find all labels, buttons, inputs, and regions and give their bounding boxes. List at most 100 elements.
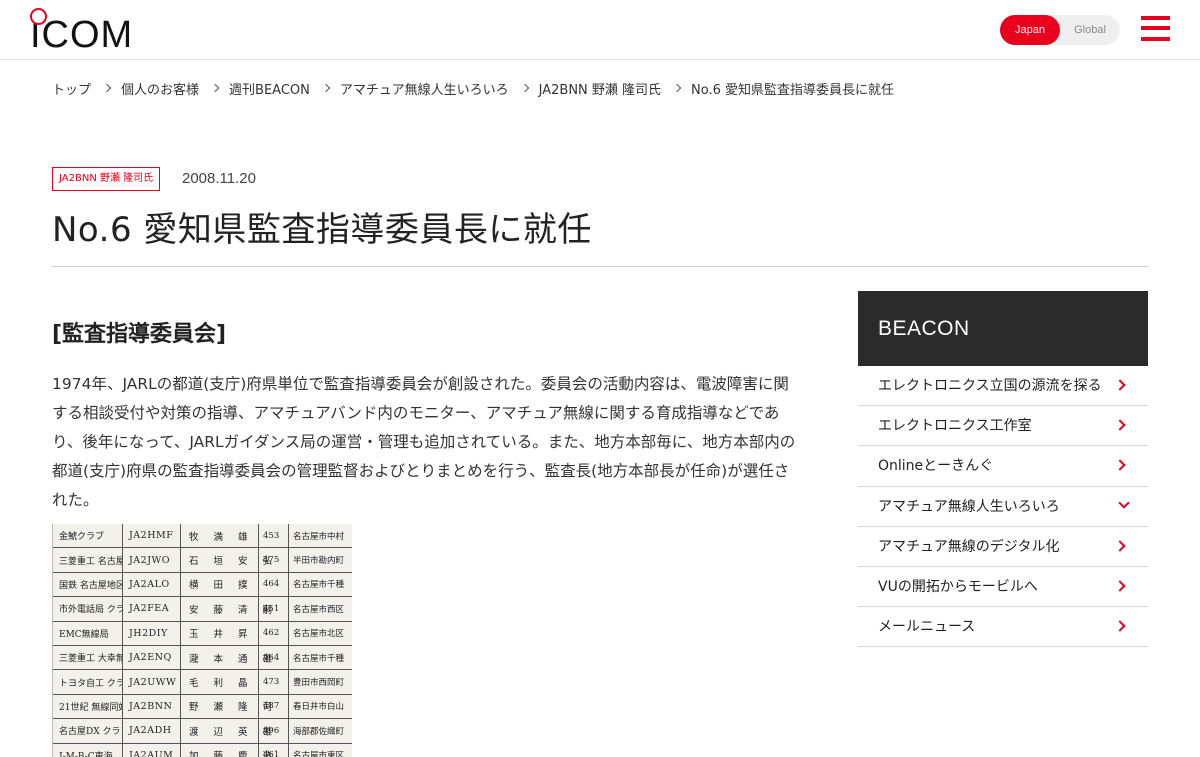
sidebar-item-label: VUの開拓からモービルへ	[878, 578, 1038, 595]
photo-cell-callsign: JA2FEA	[123, 597, 181, 621]
photo-cell-number: 461	[259, 743, 289, 757]
site-header: ICOM Japan Global	[0, 0, 1200, 60]
chevron-right-icon	[1114, 459, 1126, 472]
chevron-right-icon	[1114, 580, 1126, 592]
photo-cell-callsign: JA2ADH	[123, 719, 181, 743]
photo-cell-address: 名古屋市千種	[293, 580, 345, 591]
photo-cell-club: 国鉄 名古屋地区	[53, 572, 123, 597]
breadcrumb-author[interactable]: JA2BNN 野瀬 隆司氏	[539, 79, 661, 98]
chevron-right-icon	[321, 83, 331, 93]
sidebar-item-label: アマチュア無線人生いろいろ	[878, 498, 1060, 515]
photo-cell-name: 渡 辺 英 雄	[181, 719, 272, 743]
photo-cell-club: 三菱重工 名古屋大江クラブ	[53, 548, 123, 572]
breadcrumb-beacon[interactable]: 週刊BEACON	[229, 79, 310, 98]
photo-table-row: 21世紀 無線同好会JA2BNN野 瀬 隆 司487 春日井市白山	[53, 694, 352, 720]
photo-cell-club: 市外電話局 クラブ	[53, 597, 123, 621]
chevron-right-icon	[672, 83, 682, 93]
chevron-right-icon	[1114, 379, 1126, 391]
photo-cell-club: 金鯱クラブ	[53, 524, 123, 548]
title-divider	[52, 266, 1148, 267]
photo-cell-number: 475	[259, 548, 289, 572]
breadcrumb-top[interactable]: トップ	[52, 79, 91, 98]
sidebar-item-label: エレクトロニクス工作室	[878, 418, 1032, 435]
sidebar: BEACON エレクトロニクス立国の源流を探る エレクトロニクス工作室 Onli…	[858, 291, 1148, 648]
sidebar-item-amateur-radio-life[interactable]: アマチュア無線人生いろいろ	[858, 487, 1148, 527]
hamburger-menu-icon[interactable]	[1141, 16, 1170, 43]
photo-cell-club: 三菱重工 大幸無線部	[53, 646, 123, 670]
photo-cell-club: 名古屋DX クラブ	[53, 719, 123, 743]
author-tag[interactable]: JA2BNN 野瀬 隆司氏	[52, 167, 161, 191]
photo-table-row: J-M-B-C東海 JA2AUM 加 藤 慶 造 461 名古屋市東区	[53, 743, 352, 757]
photo-cell-address: 名古屋市千種	[293, 653, 345, 664]
photo-cell-address: 春日井市白山	[293, 702, 345, 713]
photo-table-row: トヨタ自工 クラブJA2UWW毛 利 晶473 豊田市西岡町	[53, 670, 352, 695]
breadcrumb-series[interactable]: アマチュア無線人生いろいろ	[340, 79, 509, 98]
photo-cell-address: 名古屋市西区	[293, 604, 345, 615]
photo-cell-callsign: JA2ENQ	[123, 646, 181, 670]
photo-cell-name: 玉 井 昇	[181, 621, 259, 645]
sidebar-item-online-talking[interactable]: Onlineとーきんぐ	[858, 446, 1148, 487]
photo-cell-number: 462	[259, 621, 289, 645]
icom-logo[interactable]: ICOM	[30, 8, 132, 54]
logo-text: ICOM	[30, 14, 134, 56]
chevron-down-icon	[1118, 496, 1130, 509]
photo-cell-club: J-M-B-C東海	[53, 743, 123, 757]
sidebar-item-electronics-workshop[interactable]: エレクトロニクス工作室	[858, 406, 1148, 447]
photo-cell-name: 毛 利 晶	[181, 670, 259, 694]
photo-cell-club: 21世紀 無線同好会	[53, 694, 123, 719]
photo-table-row: 市外電話局 クラブJA2FEA安 藤 清 嗣451 名古屋市西区	[53, 597, 352, 622]
photo-table-row: 三菱重工 大幸無線部JA2ENQ瀧 本 通 雄464 名古屋市千種	[53, 646, 352, 671]
photo-table-row: EMC無線局 JH2DIY 玉 井 昇 462 名古屋市北区	[53, 621, 352, 646]
photo-cell-callsign: JA2ALO	[123, 572, 181, 597]
photo-cell-number: 496	[259, 719, 289, 743]
sidebar-item-vu-mobile[interactable]: VUの開拓からモービルへ	[858, 567, 1148, 608]
photo-cell-number: 473	[259, 670, 289, 694]
chevron-right-icon	[102, 83, 112, 93]
breadcrumb-current: No.6 愛知県監査指導委員長に就任	[691, 82, 895, 98]
photo-cell-name: 石 垣 安 弘	[181, 548, 272, 572]
sidebar-item-label: メールニュース	[878, 619, 976, 636]
sidebar-item-label: エレクトロニクス立国の源流を探る	[878, 378, 1102, 394]
photo-cell-name: 横 田 撲	[181, 572, 259, 597]
photo-cell-number: 453	[259, 524, 289, 548]
sidebar-item-mail-news[interactable]: メールニュース	[858, 607, 1148, 648]
photo-table-row: 国鉄 名古屋地区 JA2ALO 横 田 撲 464 名古屋市千種	[53, 572, 352, 598]
photo-cell-callsign: JA2HMF	[123, 524, 181, 548]
photo-cell-callsign: JA2UWW	[123, 670, 181, 694]
photo-cell-number: 487	[259, 694, 289, 719]
sidebar-item-electronics-origin[interactable]: エレクトロニクス立国の源流を探る	[858, 366, 1148, 407]
photo-cell-address: 海部郡佐織町	[293, 726, 345, 737]
post-date: 2008.11.20	[182, 170, 256, 187]
photo-cell-name: 加 藤 慶 造	[181, 743, 272, 757]
chevron-right-icon	[1114, 540, 1126, 552]
photo-cell-address: 豊田市西岡町	[293, 678, 345, 689]
chevron-right-icon	[210, 83, 220, 93]
breadcrumb-personal[interactable]: 個人のお客様	[121, 79, 199, 98]
photo-cell-name: 牧 満 雄	[181, 524, 259, 548]
sidebar-item-label: アマチュア無線のデジタル化	[878, 538, 1060, 555]
chevron-right-icon	[1114, 620, 1126, 632]
photo-cell-address: 半田市勘内町	[293, 556, 345, 567]
region-switch: Japan Global	[1000, 15, 1120, 45]
photo-table-row: 三菱重工 名古屋大江クラブJA2JWO石 垣 安 弘475 半田市勘内町	[53, 548, 352, 573]
photo-cell-address: 名古屋市北区	[293, 629, 345, 640]
photo-cell-name: 野 瀬 隆 司	[181, 694, 272, 719]
photo-cell-callsign: JH2DIY	[123, 621, 181, 645]
photo-cell-club: EMC無線局	[53, 621, 123, 645]
breadcrumb: トップ 個人のお客様 週刊BEACON アマチュア無線人生いろいろ JA2BNN…	[52, 78, 894, 98]
photo-cell-callsign: JA2JWO	[123, 548, 181, 572]
photo-cell-club: トヨタ自工 クラブ	[53, 670, 123, 694]
chevron-right-icon	[1114, 419, 1126, 431]
photo-cell-name: 安 藤 清 嗣	[181, 597, 272, 621]
region-japan-button[interactable]: Japan	[1000, 15, 1060, 45]
region-global-button[interactable]: Global	[1060, 15, 1120, 45]
photo-table-row: 名古屋DX クラブ JA2ADH 渡 辺 英 雄 496 海部郡佐織町	[53, 719, 352, 744]
photo-table-row: 金鯱クラブ JA2HMF 牧 満 雄 453 名古屋市中村	[53, 524, 352, 549]
chevron-right-icon	[520, 83, 529, 93]
photo-cell-number: 464	[259, 646, 289, 670]
sidebar-title: BEACON	[858, 291, 1148, 366]
sidebar-item-digitalization[interactable]: アマチュア無線のデジタル化	[858, 527, 1148, 567]
logo-ring-icon	[30, 8, 47, 25]
photo-cell-number: 464	[259, 572, 289, 597]
photo-cell-number: 451	[259, 597, 289, 621]
